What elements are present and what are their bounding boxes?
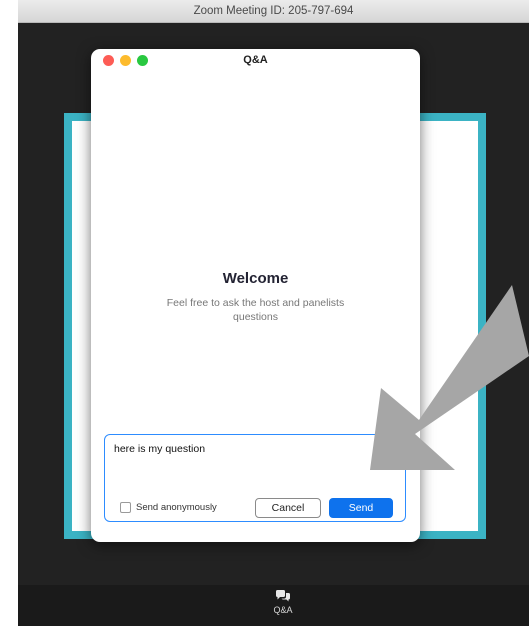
cancel-button[interactable]: Cancel [255, 498, 321, 518]
send-anonymously-checkbox[interactable] [120, 502, 131, 513]
qa-dialog-title: Q&A [243, 54, 268, 66]
send-anonymously-option[interactable]: Send anonymously [120, 502, 217, 513]
send-button[interactable]: Send [329, 498, 393, 518]
window-title: Zoom Meeting ID: 205-797-694 [18, 0, 529, 23]
welcome-subtitle: Feel free to ask the host and panelists … [166, 297, 345, 323]
meeting-toolbar: Q&A [18, 585, 529, 626]
question-input[interactable]: here is my question [114, 443, 205, 455]
chat-bubbles-icon [276, 590, 290, 602]
welcome-title: Welcome [222, 270, 289, 287]
qa-dialog: Q&A Welcome Feel free to ask the host an… [91, 49, 420, 542]
question-composer: here is my question Send anonymously Can… [104, 434, 406, 522]
send-anonymously-label: Send anonymously [136, 502, 217, 513]
qa-toolbar-button[interactable]: Q&A [268, 589, 298, 623]
qa-toolbar-label: Q&A [273, 605, 293, 615]
